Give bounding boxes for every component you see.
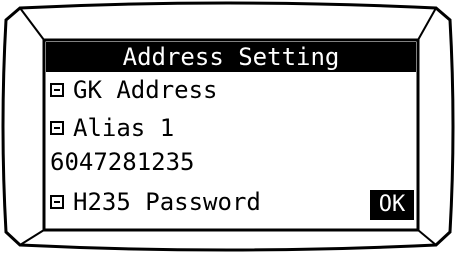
phone-display-device: Address Setting GK Address Alias 1 60472… — [0, 0, 456, 253]
ok-button[interactable]: OK — [370, 190, 414, 220]
menu-item-label: Alias 1 — [73, 114, 175, 142]
alias-number-text: 6047281235 — [50, 148, 195, 176]
menu-item-gk-address[interactable]: GK Address — [50, 74, 218, 106]
menu-item-label: H235 Password — [73, 188, 261, 216]
menu-item-alias-1[interactable]: Alias 1 — [50, 112, 174, 144]
screen-title: Address Setting — [46, 42, 416, 72]
menu-box-icon — [50, 195, 64, 209]
menu-item-h235-password[interactable]: H235 Password — [50, 186, 261, 218]
alias-number-value: 6047281235 — [50, 146, 195, 178]
menu-box-icon — [50, 121, 64, 135]
lcd-screen: Address Setting GK Address Alias 1 60472… — [46, 42, 416, 228]
menu-box-icon — [50, 83, 64, 97]
menu-item-label: GK Address — [73, 76, 218, 104]
